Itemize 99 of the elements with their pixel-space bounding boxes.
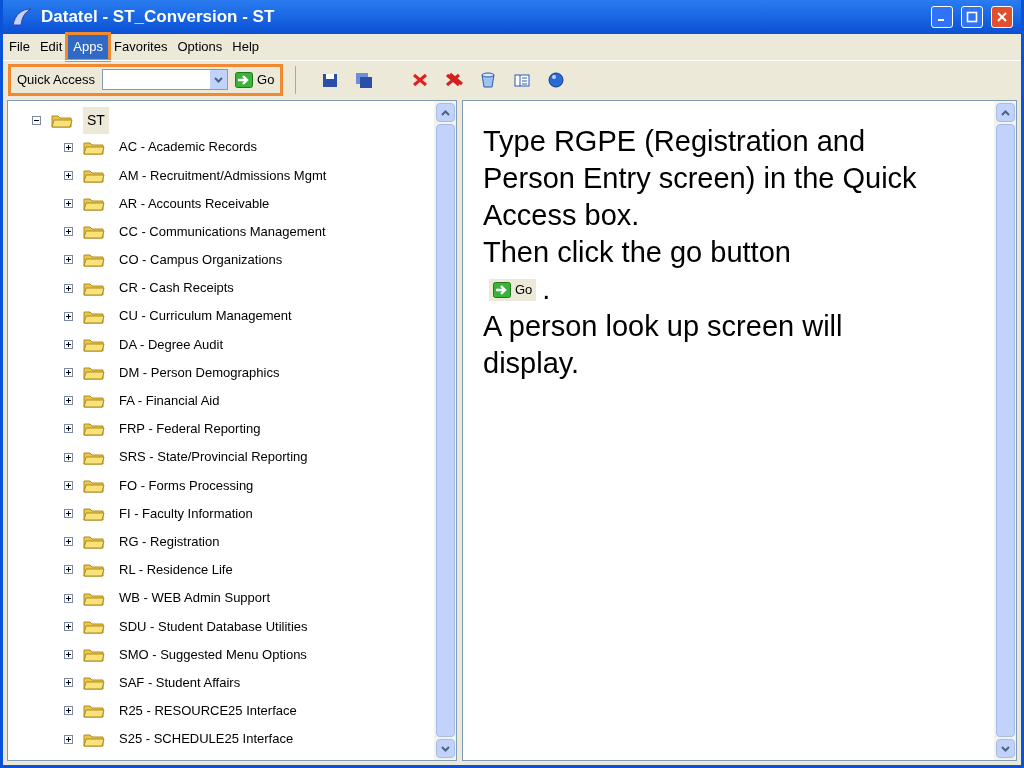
tree-item[interactable]: RL - Residence Life (119, 560, 233, 580)
expand-icon[interactable] (64, 368, 73, 378)
expand-icon[interactable] (64, 593, 73, 603)
instruction-text: Then click the go button (483, 235, 792, 270)
tree-item[interactable]: CR - Cash Receipts (119, 278, 234, 298)
tree-item[interactable]: CU - Curriculum Management (119, 306, 292, 326)
tree-item[interactable]: WB - WEB Admin Support (119, 588, 270, 608)
folder-icon (83, 675, 105, 691)
menu-item[interactable]: File (5, 35, 34, 59)
tree-item[interactable]: AM - Recruitment/Admissions Mgmt (119, 165, 327, 186)
collapse-icon[interactable] (32, 115, 41, 125)
tree-item[interactable]: SAF - Student Affairs (119, 672, 241, 693)
menu-item[interactable]: Favorites (110, 35, 172, 59)
expand-icon[interactable] (64, 509, 73, 519)
menu-item[interactable]: Options (173, 35, 227, 59)
close-button[interactable] (991, 6, 1013, 28)
close-icon[interactable] (996, 11, 1008, 23)
menu-item[interactable]: Apps (68, 35, 108, 59)
scroll-up-icon[interactable] (440, 109, 450, 116)
expand-icon[interactable] (64, 142, 73, 152)
folder-icon (83, 224, 105, 240)
expand-icon[interactable] (64, 424, 73, 434)
tree-item[interactable]: SDU - Student Database Utilities (119, 616, 308, 637)
expand-icon[interactable] (64, 649, 73, 659)
folder-icon (83, 731, 105, 747)
folder-icon (83, 167, 105, 183)
app-logo-icon (11, 7, 33, 27)
expand-icon[interactable] (64, 565, 73, 575)
instruction-text: Type RGPE (Registration and Person Entry screen) in the Quick Access box. (483, 124, 918, 233)
expand-icon[interactable] (64, 480, 73, 490)
expand-icon[interactable] (64, 283, 73, 293)
go-button[interactable]: Go (489, 278, 537, 301)
tree-item[interactable]: SMO - Suggested Menu Options (119, 644, 307, 665)
folder-icon (83, 646, 105, 662)
folder-icon (83, 534, 105, 550)
tree-item[interactable]: AR - Accounts Receivable (119, 193, 270, 214)
folder-icon (83, 421, 105, 437)
folder-icon (83, 336, 105, 352)
expand-icon[interactable] (64, 706, 73, 716)
minimize-button[interactable] (931, 6, 953, 28)
quick-access-dropdown[interactable] (102, 69, 229, 90)
expand-icon[interactable] (64, 734, 73, 744)
save-all-icon[interactable] (354, 70, 375, 89)
expand-icon[interactable] (64, 396, 73, 406)
menu-item[interactable]: Help (228, 35, 264, 59)
period-text: . (542, 272, 551, 307)
delete-all-icon[interactable] (444, 70, 465, 89)
quick-access-label: Quick Access (16, 70, 97, 89)
chevron-down-icon[interactable] (214, 76, 224, 83)
expand-icon[interactable] (64, 621, 73, 631)
folder-icon (83, 393, 105, 409)
help-icon[interactable] (546, 70, 567, 89)
tree-item[interactable]: SRS - State/Provincial Reporting (119, 447, 308, 467)
scrollbar[interactable] (994, 101, 1016, 760)
instruction-text: A person look up screen will display. (483, 309, 844, 381)
expand-icon[interactable] (64, 170, 73, 180)
expand-icon[interactable] (64, 678, 73, 688)
expand-icon[interactable] (64, 255, 73, 265)
window-title: Datatel - ST_Conversion - ST (41, 6, 275, 29)
scroll-down-icon[interactable] (440, 745, 450, 752)
tree-item[interactable]: R25 - RESOURCE25 Interface (119, 701, 297, 721)
expand-icon[interactable] (64, 311, 73, 321)
expand-icon[interactable] (64, 537, 73, 547)
folder-icon (83, 139, 105, 155)
tree-item[interactable]: FO - Forms Processing (119, 475, 254, 496)
tree-item[interactable]: S25 - SCHEDULE25 Interface (119, 729, 294, 749)
tree-item[interactable]: FRP - Federal Reporting (119, 419, 261, 439)
folder-icon (83, 449, 105, 465)
tree-item[interactable]: FI - Faculty Information (119, 503, 253, 524)
folder-icon (83, 195, 105, 211)
menu-item[interactable]: Edit (35, 35, 67, 59)
tree-item[interactable]: CC - Communications Management (119, 221, 326, 242)
folder-icon (83, 477, 105, 493)
folder-icon (83, 562, 105, 578)
tree-item[interactable]: RG - Registration (119, 531, 220, 552)
tree-item[interactable]: ST (83, 106, 109, 134)
scroll-up-icon[interactable] (1000, 109, 1010, 116)
expand-icon[interactable] (64, 198, 73, 208)
folder-icon (83, 506, 105, 522)
folder-icon (83, 280, 105, 296)
folder-icon (83, 365, 105, 381)
maximize-icon[interactable] (966, 11, 978, 23)
expand-icon[interactable] (64, 452, 73, 462)
folder-icon (51, 112, 73, 128)
maximize-button[interactable] (961, 6, 983, 28)
folder-icon (83, 252, 105, 268)
folder-icon (83, 590, 105, 606)
folder-icon (83, 618, 105, 634)
folder-icon (83, 308, 105, 324)
scrollbar[interactable] (434, 101, 456, 760)
tree-item[interactable]: DM - Person Demographics (119, 362, 280, 383)
expand-icon[interactable] (64, 339, 73, 349)
tree-item[interactable]: CO - Campus Organizations (119, 250, 283, 270)
scroll-down-icon[interactable] (1000, 745, 1010, 752)
tree-item[interactable]: FA - Financial Aid (119, 391, 220, 411)
tree-item[interactable]: AC - Academic Records (119, 137, 257, 157)
folder-icon (83, 703, 105, 719)
tree-item[interactable]: DA - Degree Audit (119, 334, 224, 355)
expand-icon[interactable] (64, 227, 73, 237)
